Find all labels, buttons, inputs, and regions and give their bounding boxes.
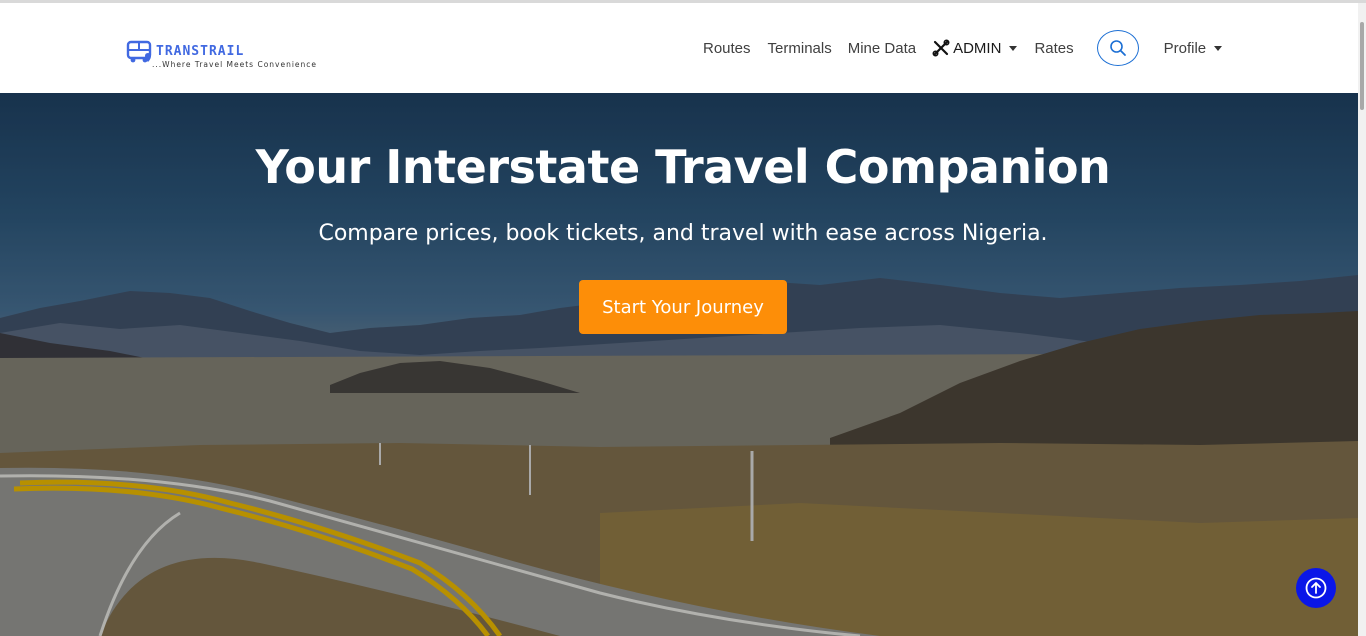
bus-icon (126, 40, 152, 63)
nav-rates[interactable]: Rates (1034, 40, 1073, 57)
tools-icon (932, 39, 950, 57)
brand-name: TRANSTRAIL (156, 44, 245, 59)
nav-links: Routes Terminals Mine Data ADMIN Rates P… (703, 3, 1223, 93)
hero-subtitle: Compare prices, book tickets, and travel… (318, 221, 1048, 246)
nav-mine-data[interactable]: Mine Data (848, 40, 916, 57)
navbar: TRANSTRAIL ...Where Travel Meets Conveni… (0, 3, 1358, 93)
brand-tagline: ...Where Travel Meets Convenience (152, 60, 318, 69)
hero-title: Your Interstate Travel Companion (255, 140, 1111, 194)
scroll-to-top-button[interactable] (1296, 568, 1336, 608)
scrollbar-thumb[interactable] (1360, 22, 1364, 110)
brand-logo[interactable]: TRANSTRAIL ...Where Travel Meets Conveni… (126, 39, 326, 73)
chevron-down-icon (1214, 45, 1223, 51)
search-icon (1109, 40, 1126, 56)
nav-profile-label: Profile (1163, 39, 1207, 57)
search-button[interactable] (1096, 30, 1139, 66)
start-journey-button[interactable]: Start Your Journey (579, 280, 787, 334)
chevron-down-icon (1009, 45, 1018, 51)
arrow-up-circle-icon (1305, 577, 1327, 599)
nav-terminals[interactable]: Terminals (768, 40, 832, 57)
nav-profile-dropdown[interactable]: Profile (1164, 40, 1223, 57)
nav-routes[interactable]: Routes (703, 40, 751, 57)
nav-admin-label: ADMIN (953, 39, 1002, 57)
nav-admin-dropdown[interactable]: ADMIN (932, 39, 1018, 57)
